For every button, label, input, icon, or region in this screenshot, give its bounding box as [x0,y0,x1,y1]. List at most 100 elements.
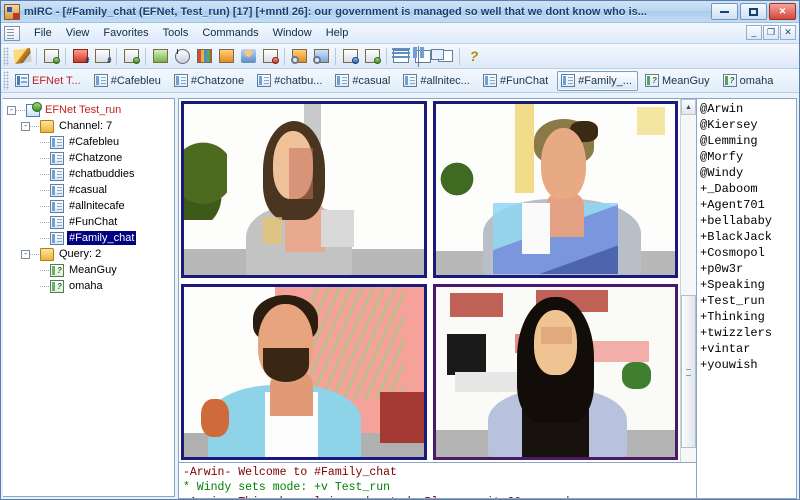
video-cell-4[interactable] [432,283,678,460]
tree-expander[interactable]: - [7,105,16,115]
nick-item[interactable]: +Agent701 [700,197,796,213]
minimize-button[interactable] [711,3,738,20]
tree-item-family-chat[interactable]: #Family_chat [3,230,174,246]
nick-item[interactable]: +vintar [700,341,796,357]
file-server-icon[interactable] [288,46,310,67]
notify-list-icon[interactable] [339,46,361,67]
nick-item[interactable]: @Lemming [700,133,796,149]
options-icon[interactable] [40,46,62,67]
query-icon [50,263,64,277]
tree-item-chatzone[interactable]: #Chatzone [3,150,174,166]
channel-icon [257,74,272,87]
switchbar-tab-funchat[interactable]: #FunChat [479,71,554,91]
nick-item[interactable]: +Test_run [700,293,796,309]
scrollbar-thumb[interactable] [681,295,696,449]
switchbar-tab-label: omaha [739,74,774,87]
nick-item[interactable]: @Kiersey [700,117,796,133]
switchbar-tab-casual[interactable]: #casual [331,71,396,91]
nick-item[interactable]: +twizzlers [700,325,796,341]
tree-item-cafebleu[interactable]: #Cafebleu [3,134,174,150]
channel-icon [482,74,497,87]
tree-item-funchat[interactable]: #FunChat [3,214,174,230]
video-cell-2[interactable] [432,101,678,278]
scroll-up-button[interactable]: ▲ [681,99,696,115]
channel-icon [173,74,188,87]
close-button[interactable]: ✕ [769,3,796,20]
menu-commands[interactable]: Commands [195,25,265,41]
channels-list-icon[interactable]: # [91,46,113,67]
world-icon[interactable] [361,46,383,67]
switchbar-tab-meanguy[interactable]: MeanGuy [641,71,716,91]
help-icon[interactable]: ? [463,46,485,67]
switchbar-tab-chatbuddies[interactable]: #chatbu... [253,71,328,91]
menu-favorites[interactable]: Favorites [96,25,155,41]
favorites-icon[interactable]: # [69,46,91,67]
video-cell-3[interactable] [181,283,427,460]
mdi-restore-button[interactable]: ❐ [763,25,779,40]
mdi-close-button[interactable]: ✕ [780,25,796,40]
menu-view[interactable]: View [59,25,97,41]
switchbar-tab-family-chat[interactable]: #Family_... [557,70,638,91]
menu-tools[interactable]: Tools [156,25,196,41]
chat-messages[interactable]: -Arwin- Welcome to #Family_chat * Windy … [179,462,696,498]
tree-row-label: #allnitecafe [69,200,125,212]
tree-row-efnet-status[interactable]: - EFNet Test_run [3,101,174,118]
tree-row-query-group[interactable]: - Query: 2 [3,246,174,262]
video-grid [181,101,678,460]
mdi-system-icon[interactable] [4,25,20,41]
cascade-icon[interactable] [434,46,456,67]
tree-expander[interactable]: - [21,249,30,259]
send-file-icon[interactable] [215,46,237,67]
switchbar-tab-efnet-status[interactable]: EFNet T... [11,71,87,91]
nick-item[interactable]: @Morfy [700,149,796,165]
switchbar-tab-cafebleu[interactable]: #Cafebleu [90,71,167,91]
maximize-button[interactable] [740,3,767,20]
get-file-icon[interactable] [310,46,332,67]
video-cell-1[interactable] [181,101,427,278]
nick-item[interactable]: @Arwin [700,101,796,117]
mdi-window-controls: _ ❐ ✕ [746,25,796,40]
mdi-minimize-button[interactable]: _ [746,25,762,40]
switchbar-grip[interactable] [3,71,9,90]
treebar[interactable]: - EFNet Test_run - Channel: 7 #Cafebleu [3,98,175,497]
folder-icon [40,119,54,133]
nick-item[interactable]: +youwish [700,357,796,373]
window-title: mIRC - [#Family_chat (EFNet, Test_run) [… [24,5,647,18]
timer-icon[interactable] [171,46,193,67]
tree-row-channel-group[interactable]: - Channel: 7 [3,118,174,134]
connect-icon[interactable] [11,46,33,67]
scrollbar-track[interactable] [681,115,696,462]
toolbar: # # ? [1,44,799,69]
tree-item-meanguy[interactable]: MeanGuy [3,262,174,278]
channel-icon [50,183,64,197]
nick-item[interactable]: +Thinking [700,309,796,325]
switchbar-tab-chatzone[interactable]: #Chatzone [170,71,250,91]
nick-list[interactable]: @Arwin @Kiersey @Lemming @Morfy @Windy +… [696,99,796,498]
tree-row-label: #Family_chat [67,231,137,245]
tile-horizontal-icon[interactable] [390,46,412,67]
switchbar-tab-allnitecafe[interactable]: #allnitec... [399,71,476,91]
nick-item[interactable]: +Speaking [700,277,796,293]
switchbar-tab-omaha[interactable]: omaha [719,71,780,91]
menu-help[interactable]: Help [319,25,356,41]
tree-item-chatbuddies[interactable]: #chatbuddies [3,166,174,182]
channel-scrollbar[interactable]: ▲ [680,99,696,462]
script-editor-icon[interactable] [259,46,281,67]
channel-central-icon[interactable] [120,46,142,67]
nick-item[interactable]: +bellababy [700,213,796,229]
menu-window[interactable]: Window [266,25,319,41]
dcc-chat-icon[interactable] [237,46,259,67]
nick-item[interactable]: @Windy [700,165,796,181]
tree-expander[interactable]: - [21,121,30,131]
nick-item[interactable]: +_Daboom [700,181,796,197]
nick-item[interactable]: +BlackJack [700,229,796,245]
colors-icon[interactable] [193,46,215,67]
menu-file[interactable]: File [27,25,59,41]
address-book-icon[interactable] [149,46,171,67]
nick-item[interactable]: +Cosmopol [700,245,796,261]
toolbar-grip[interactable] [3,46,9,66]
tree-item-allnitecafe[interactable]: #allnitecafe [3,198,174,214]
tree-item-casual[interactable]: #casual [3,182,174,198]
tree-item-omaha[interactable]: omaha [3,278,174,294]
nick-item[interactable]: +p0w3r [700,261,796,277]
